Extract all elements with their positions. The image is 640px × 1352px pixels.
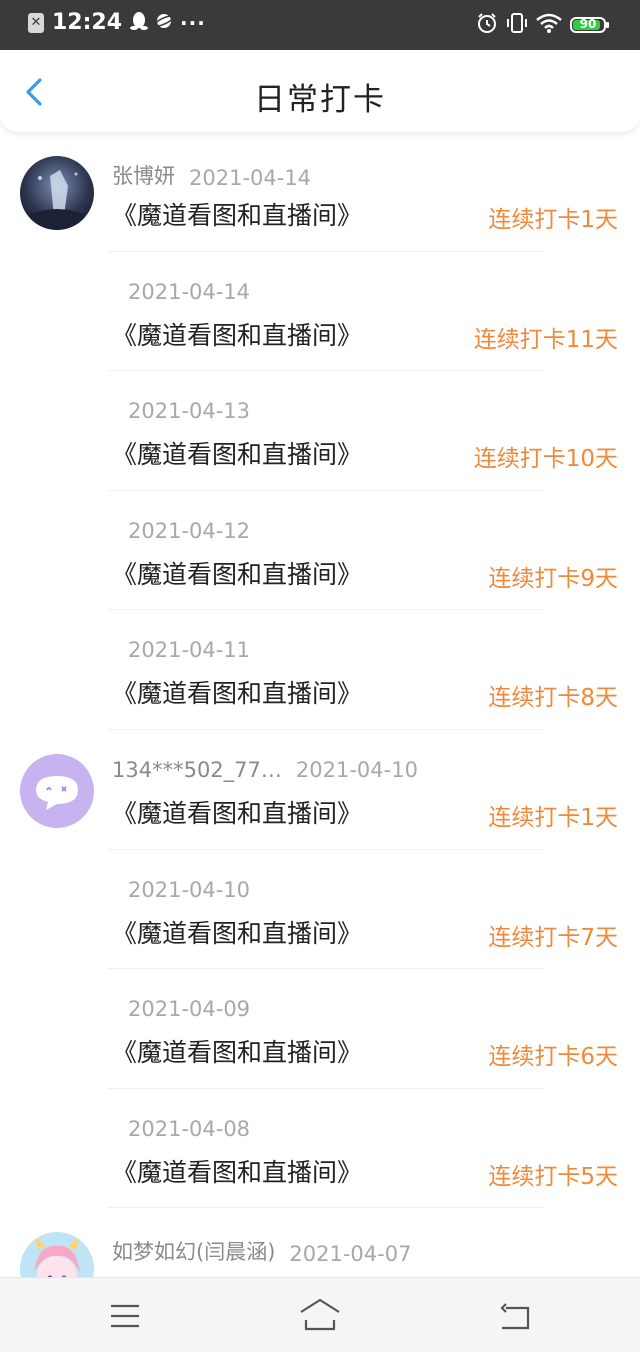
qq-penguin-icon — [130, 11, 149, 35]
status-time: 12:24 — [52, 10, 123, 35]
checkin-meta: 2021-04-12 — [128, 519, 250, 543]
checkin-item[interactable]: 134***502_77… 2021-04-10 《魔道看图和直播间》 连续打卡1天 — [0, 730, 640, 850]
checkin-item[interactable]: 2021-04-10 《魔道看图和直播间》 连续打卡7天 — [0, 850, 640, 970]
username[interactable]: 张博妍 — [112, 160, 175, 190]
streak-count: 连续打卡7天 — [488, 924, 618, 951]
username[interactable]: 134***502_77… — [112, 758, 282, 782]
checkin-list[interactable]: 张博妍 2021-04-14 《魔道看图和直播间》 连续打卡1天 2021-04-14 《… — [0, 132, 640, 1277]
battery-level: 90 — [579, 17, 597, 31]
room-name: 《魔道看图和直播间》 — [112, 440, 363, 470]
checkin-item[interactable]: 如梦如幻(闫晨涵) 2021-04-07 — [0, 1208, 640, 1277]
streak-count: 连续打卡8天 — [488, 685, 618, 712]
checkin-meta: 2021-04-14 — [128, 280, 250, 304]
streak-count: 连续打卡11天 — [473, 326, 618, 353]
room-name: 《魔道看图和直播间》 — [112, 1038, 363, 1068]
wifi-icon — [536, 13, 562, 37]
user-avatar[interactable] — [20, 753, 94, 828]
checkin-date: 2021-04-14 — [189, 166, 312, 190]
vibrate-icon — [506, 12, 528, 38]
streak-count: 连续打卡9天 — [488, 565, 618, 592]
checkin-date: 2021-04-10 — [295, 757, 418, 782]
status-bar-left: ✕ 12:24 ··· — [28, 10, 206, 35]
user-avatar[interactable] — [20, 1232, 94, 1277]
menu-button[interactable] — [105, 1296, 145, 1336]
alarm-icon — [476, 12, 498, 38]
checkin-meta: 134***502_77… 2021-04-10 — [112, 758, 418, 782]
system-nav-bar — [0, 1277, 640, 1352]
checkin-item[interactable]: 2021-04-11 《魔道看图和直播间》 连续打卡8天 — [0, 610, 640, 730]
streak-count: 连续打卡6天 — [488, 1044, 618, 1071]
user-avatar[interactable] — [20, 156, 94, 230]
more-dots-icon: ··· — [180, 10, 206, 35]
page-title: 日常打卡 — [254, 82, 386, 118]
checkin-meta: 2021-04-10 — [128, 878, 250, 902]
streak-count: 连续打卡1天 — [488, 804, 618, 831]
checkin-date: 2021-04-11 — [128, 638, 251, 663]
checkin-date: 2021-04-10 — [128, 877, 251, 902]
page-header: 日常打卡 — [0, 50, 640, 132]
back-icon — [500, 1303, 530, 1330]
notification-x-icon: ✕ — [28, 12, 44, 33]
checkin-item[interactable]: 2021-04-14 《魔道看图和直播间》 连续打卡11天 — [0, 252, 640, 372]
streak-count: 连续打卡1天 — [488, 207, 618, 233]
checkin-item[interactable]: 张博妍 2021-04-14 《魔道看图和直播间》 连续打卡1天 — [0, 132, 640, 252]
checkin-date: 2021-04-13 — [128, 399, 251, 424]
home-button[interactable] — [298, 1296, 342, 1336]
checkin-date: 2021-04-12 — [128, 518, 251, 543]
username[interactable]: 如梦如幻(闫晨涵) — [112, 1236, 275, 1266]
room-name: 《魔道看图和直播间》 — [112, 1157, 363, 1187]
checkin-meta: 2021-04-09 — [128, 997, 250, 1021]
checkin-item[interactable]: 2021-04-12 《魔道看图和直播间》 连续打卡9天 — [0, 491, 640, 611]
checkin-meta: 张博妍 2021-04-14 — [112, 160, 311, 190]
checkin-meta: 如梦如幻(闫晨涵) 2021-04-07 — [112, 1236, 411, 1266]
status-bar: ✕ 12:24 ··· 90 — [0, 0, 640, 50]
checkin-meta: 2021-04-13 — [128, 399, 250, 423]
nav-back-button[interactable] — [494, 1296, 534, 1336]
room-name: 《魔道看图和直播间》 — [112, 201, 363, 230]
room-name: 《魔道看图和直播间》 — [112, 798, 363, 828]
checkin-item[interactable]: 2021-04-08 《魔道看图和直播间》 连续打卡5天 — [0, 1089, 640, 1209]
checkin-meta: 2021-04-08 — [128, 1117, 250, 1141]
status-bar-right: 90 — [476, 12, 609, 38]
checkin-item[interactable]: 2021-04-13 《魔道看图和直播间》 连续打卡10天 — [0, 371, 640, 491]
menu-icon — [111, 1304, 139, 1328]
battery-icon: 90 — [570, 17, 609, 33]
checkin-date: 2021-04-14 — [128, 279, 251, 304]
planet-icon — [154, 11, 174, 35]
room-name: 《魔道看图和直播间》 — [112, 320, 363, 350]
checkin-date: 2021-04-09 — [128, 997, 251, 1022]
checkin-date: 2021-04-08 — [128, 1116, 251, 1141]
battery-tip — [606, 22, 609, 28]
room-name: 《魔道看图和直播间》 — [112, 559, 363, 589]
checkin-meta: 2021-04-11 — [128, 638, 250, 662]
streak-count: 连续打卡5天 — [488, 1163, 618, 1190]
room-name: 《魔道看图和直播间》 — [112, 918, 363, 948]
checkin-date: 2021-04-07 — [289, 1242, 412, 1267]
home-icon — [300, 1298, 340, 1331]
room-name: 《魔道看图和直播间》 — [112, 679, 363, 709]
checkin-item[interactable]: 2021-04-09 《魔道看图和直播间》 连续打卡6天 — [0, 969, 640, 1089]
streak-count: 连续打卡10天 — [473, 446, 618, 473]
